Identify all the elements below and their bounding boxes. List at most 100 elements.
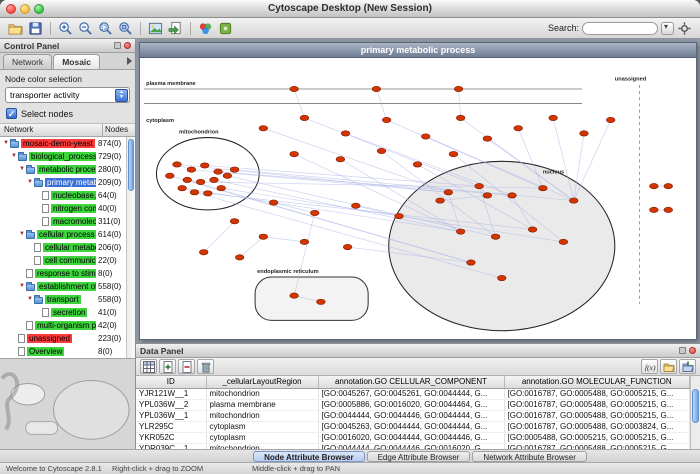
tree-scrollbar[interactable]	[126, 137, 135, 358]
graph-node[interactable]	[183, 177, 192, 182]
table-cell[interactable]: YKR052C	[136, 432, 206, 443]
minimize-window-button[interactable]	[20, 4, 30, 14]
tree-scrollbar-thumb[interactable]	[128, 139, 134, 191]
table-cell[interactable]: [GO:0016787, GO:0005488, GO:0005215, G..…	[504, 388, 690, 399]
formula-builder-icon[interactable]: f(x)	[641, 359, 658, 374]
search-input[interactable]	[582, 22, 658, 35]
tab-network-attribute-browser[interactable]: Network Attribute Browser	[472, 451, 586, 462]
table-cell[interactable]: [GO:0044444, GO:0044446, GO:0016020, G..…	[318, 443, 504, 449]
graph-node[interactable]	[483, 136, 492, 141]
graph-node[interactable]	[606, 117, 615, 122]
table-row[interactable]: YPL036W__1mitochondrion[GO:0044444, GO:0…	[136, 410, 690, 421]
tree-item[interactable]: unassigned223(0)	[0, 332, 126, 345]
column-header[interactable]: _cellularLayoutRegion	[206, 376, 318, 388]
tree-item[interactable]: nitrogen compound metabolic process40(0)	[0, 202, 126, 215]
tree-item[interactable]: Overview8(0)	[0, 345, 126, 358]
expand-toggle-icon[interactable]: ▼	[26, 293, 34, 306]
close-data-panel-icon[interactable]	[689, 347, 696, 354]
tree-column-network[interactable]: Network	[0, 124, 103, 136]
graph-node[interactable]	[199, 250, 208, 255]
graph-node[interactable]	[491, 234, 500, 239]
graph-node[interactable]	[549, 115, 558, 120]
region-endoplasmic-reticulum[interactable]	[255, 277, 368, 320]
table-cell[interactable]: mitochondrion	[206, 388, 318, 399]
tree-item[interactable]: cell communication22(0)	[0, 254, 126, 267]
expand-toggle-icon[interactable]: ▼	[18, 163, 26, 176]
graph-node[interactable]	[214, 169, 223, 174]
graph-node[interactable]	[528, 227, 537, 232]
table-cell[interactable]: [GO:0005488, GO:0005215, GO:0005215, G..…	[504, 432, 690, 443]
tree-item[interactable]: macromolecule metabolic process311(0)	[0, 215, 126, 228]
graph-edge[interactable]	[263, 237, 304, 242]
vizmapper-icon[interactable]	[196, 19, 215, 37]
graph-node[interactable]	[413, 162, 422, 167]
tree-item[interactable]: response to stimulus8(0)	[0, 267, 126, 280]
table-cell[interactable]: [GO:0016787, GO:0005488, GO:0005215, G..…	[504, 410, 690, 421]
table-cell[interactable]: [GO:0045263, GO:0044444, GO:0044444, G..…	[318, 421, 504, 432]
column-header[interactable]: annotation.GO MOLECULAR_FUNCTION	[504, 376, 690, 388]
show-details-icon[interactable]	[146, 19, 165, 37]
table-row[interactable]: YDR039C__1mitochondrion[GO:0044444, GO:0…	[136, 443, 690, 449]
table-cell[interactable]: cytoplasm	[206, 432, 318, 443]
close-window-button[interactable]	[6, 4, 16, 14]
graph-node[interactable]	[343, 244, 352, 249]
graph-node[interactable]	[569, 198, 578, 203]
expand-toggle-icon[interactable]: ▼	[2, 137, 10, 150]
float-data-panel-icon[interactable]	[679, 347, 686, 354]
graph-node[interactable]	[475, 183, 484, 188]
tree-item[interactable]: ▼mosaic-demo-yeast874(0)	[0, 137, 126, 150]
create-attribute-icon[interactable]	[159, 359, 176, 374]
table-cell[interactable]: [GO:0005886, GO:0016020, GO:0044464, G..…	[318, 399, 504, 410]
graph-node[interactable]	[421, 134, 430, 139]
graph-node[interactable]	[259, 234, 268, 239]
tree-item[interactable]: ▼establishment of localization558(0)	[0, 280, 126, 293]
graph-node[interactable]	[559, 239, 568, 244]
zoom-out-icon[interactable]	[76, 19, 95, 37]
tree-column-nodes[interactable]: Nodes	[103, 124, 135, 136]
graph-node[interactable]	[650, 207, 659, 212]
trash-icon[interactable]	[197, 359, 214, 374]
graph-edge[interactable]	[574, 120, 611, 201]
graph-node[interactable]	[173, 162, 182, 167]
graph-node[interactable]	[290, 86, 299, 91]
graph-node[interactable]	[664, 183, 673, 188]
expand-toggle-icon[interactable]: ▼	[10, 150, 18, 163]
table-cell[interactable]: [GO:0045267, GO:0045261, GO:0044444, G..…	[318, 388, 504, 399]
graph-node[interactable]	[664, 207, 673, 212]
zoom-fit-icon[interactable]	[116, 19, 135, 37]
graph-node[interactable]	[449, 151, 458, 156]
graph-node[interactable]	[456, 115, 465, 120]
tree-item[interactable]: ▼metabolic process280(0)	[0, 163, 126, 176]
tab-edge-attribute-browser[interactable]: Edge Attribute Browser	[367, 451, 471, 462]
birdseye-view[interactable]	[0, 358, 135, 449]
column-header[interactable]: annotation.GO CELLULAR_COMPONENT	[318, 376, 504, 388]
graph-node[interactable]	[454, 86, 463, 91]
graph-node[interactable]	[196, 179, 205, 184]
graph-node[interactable]	[341, 131, 350, 136]
expand-toggle-icon[interactable]: ▼	[26, 176, 34, 189]
table-cell[interactable]: YPL036W__1	[136, 410, 206, 421]
plugins-icon[interactable]	[216, 19, 235, 37]
network-canvas[interactable]: plasma membranecytoplasmmitochondrionnuc…	[140, 58, 696, 339]
tab-overflow-icon[interactable]	[127, 57, 132, 65]
graph-node[interactable]	[483, 193, 492, 198]
graph-node[interactable]	[497, 275, 506, 280]
graph-node[interactable]	[235, 255, 244, 260]
table-cell[interactable]: YPL036W__2	[136, 399, 206, 410]
graph-node[interactable]	[336, 157, 345, 162]
table-cell[interactable]: YJR121W__1	[136, 388, 206, 399]
expand-toggle-icon[interactable]: ▼	[18, 228, 26, 241]
table-cell[interactable]: YLR295C	[136, 421, 206, 432]
graph-node[interactable]	[269, 200, 278, 205]
tab-network[interactable]: Network	[3, 54, 52, 69]
expand-toggle-icon[interactable]: ▼	[18, 280, 26, 293]
table-cell[interactable]: [GO:0016787, GO:0005488, GO:0003824, G..…	[504, 421, 690, 432]
graph-node[interactable]	[395, 213, 404, 218]
graph-node[interactable]	[190, 190, 199, 195]
table-cell[interactable]: mitochondrion	[206, 443, 318, 449]
import-attributes-icon[interactable]	[660, 359, 677, 374]
tree-item[interactable]: cellular metabolic process206(0)	[0, 241, 126, 254]
table-row[interactable]: YLR295Ccytoplasm[GO:0045263, GO:0044444,…	[136, 421, 690, 432]
graph-node[interactable]	[217, 185, 226, 190]
graph-node[interactable]	[300, 239, 309, 244]
